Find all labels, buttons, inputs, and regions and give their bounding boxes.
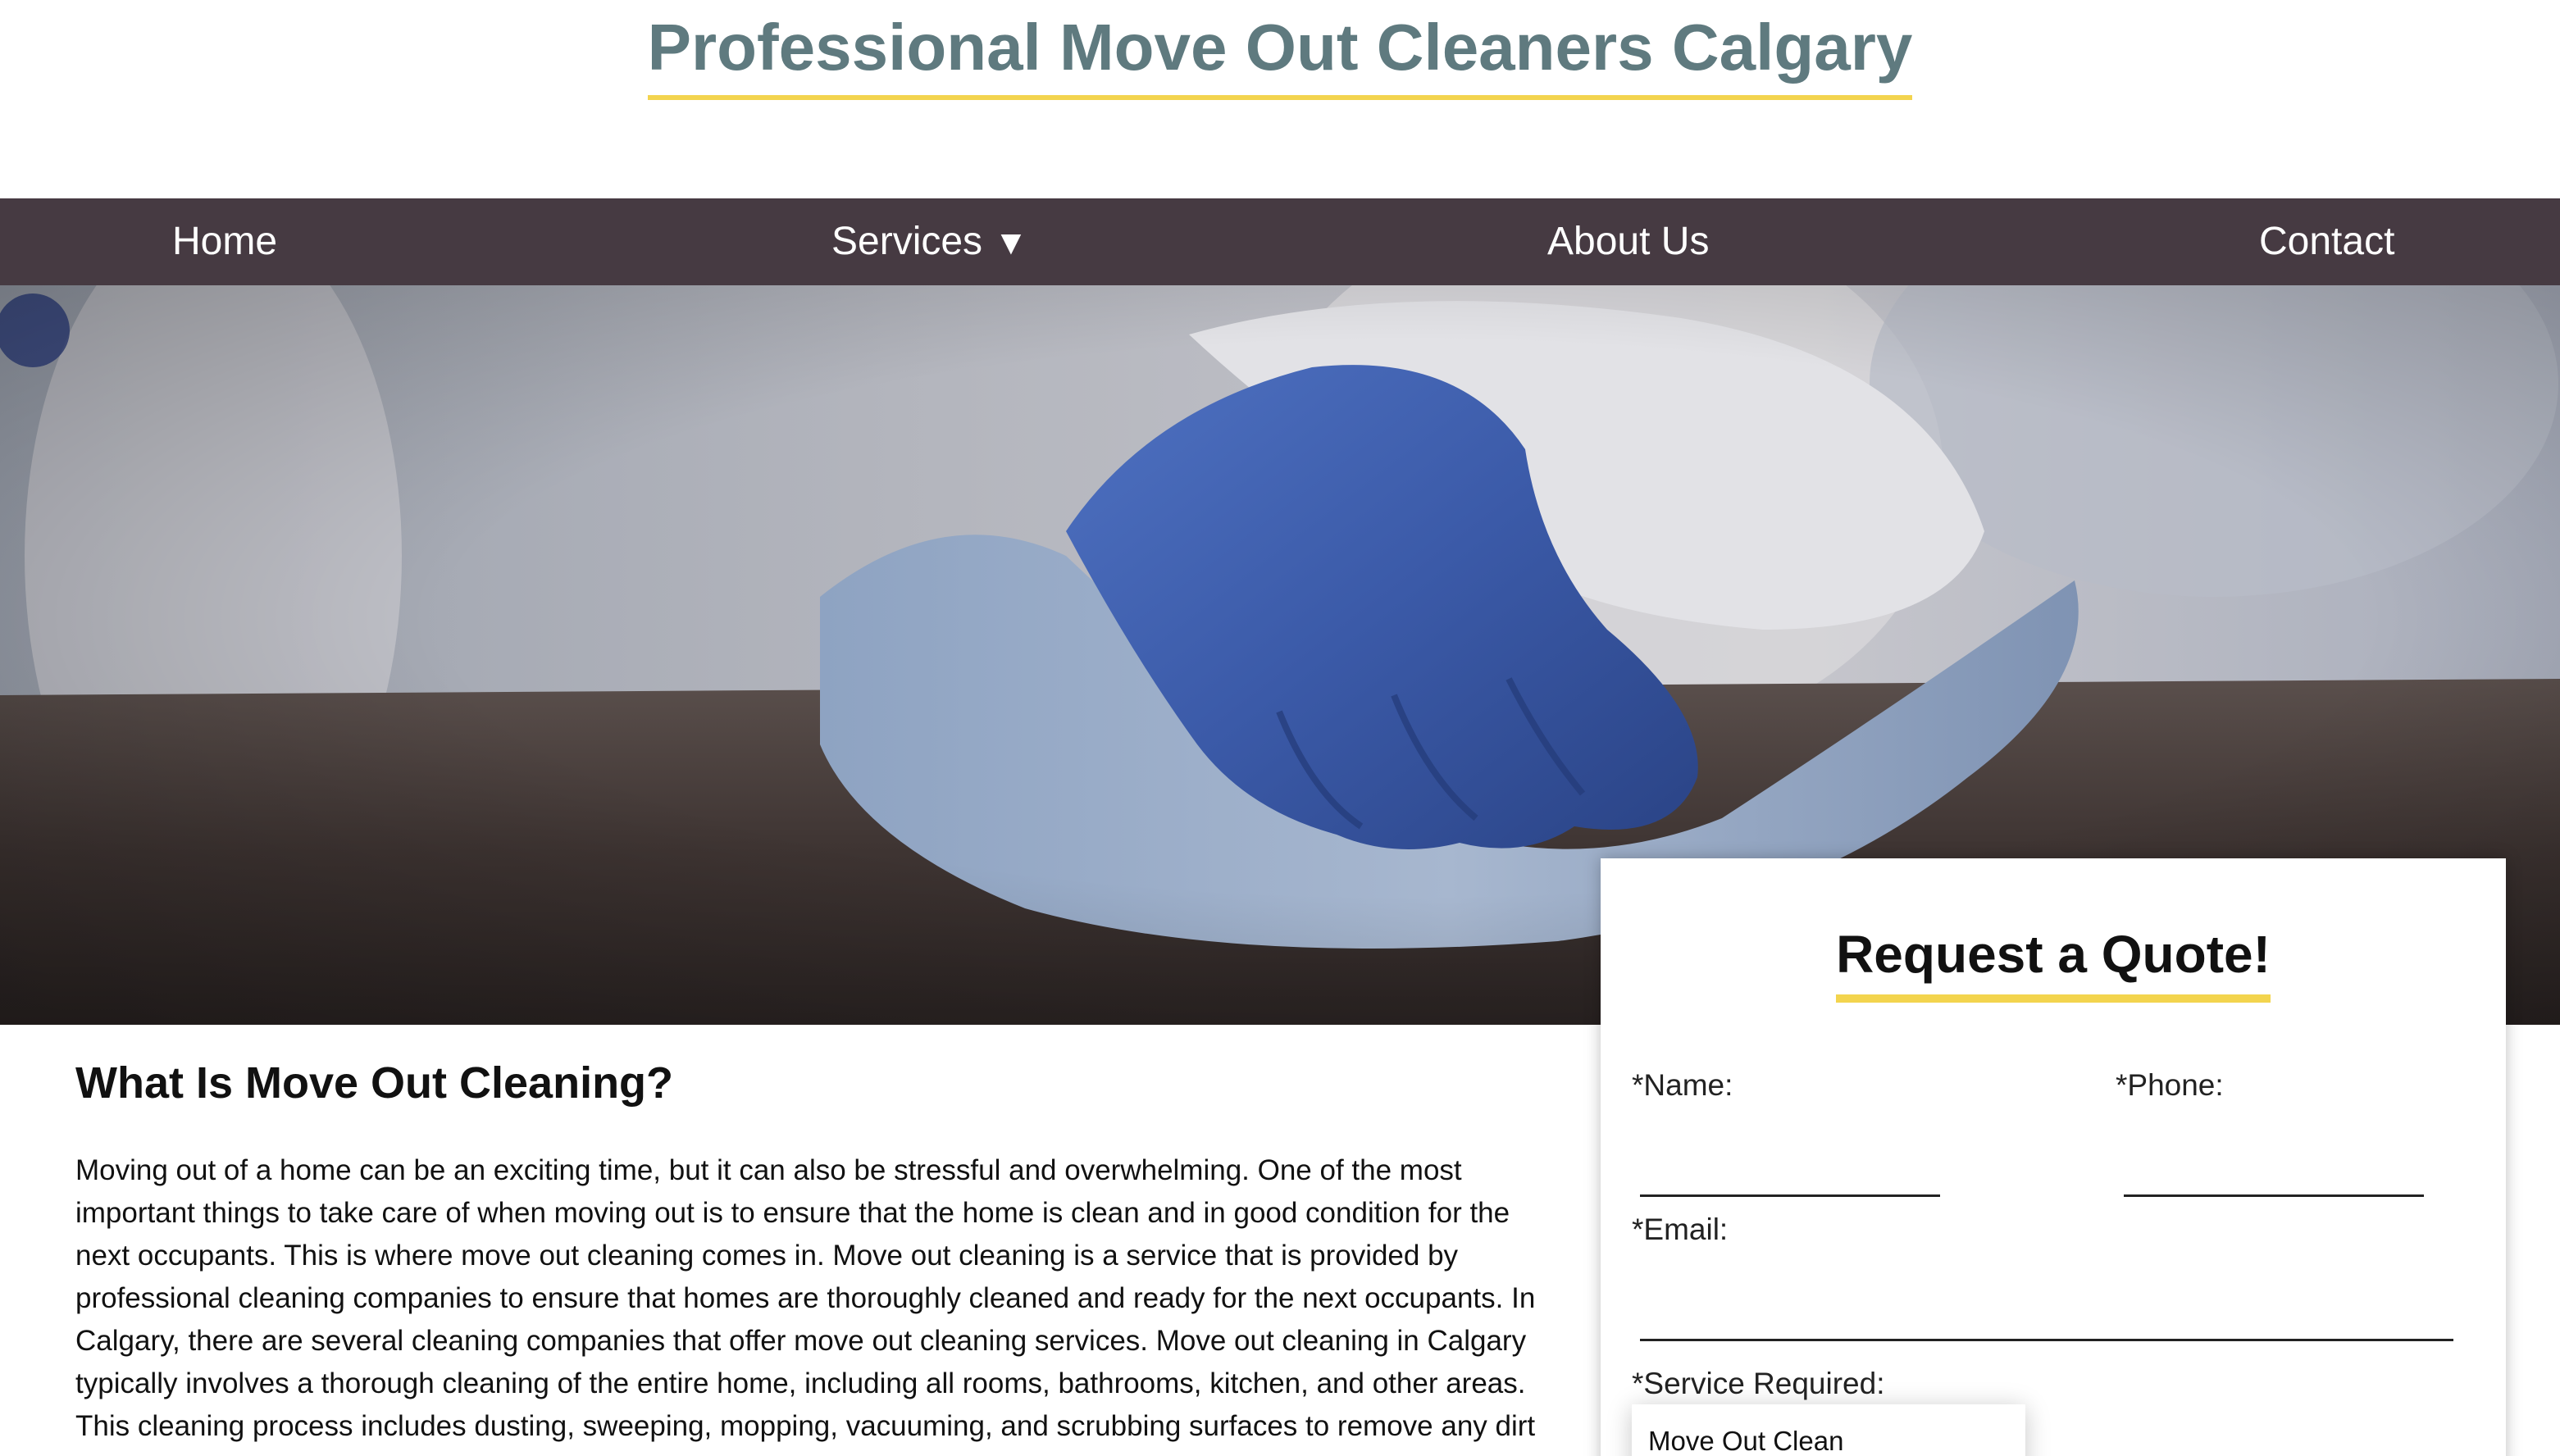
name-label: *Name:	[1632, 1068, 1733, 1102]
dropdown-caret-icon: ▼	[994, 223, 1028, 262]
section-paragraph: Moving out of a home can be an exciting …	[75, 1154, 1536, 1442]
nav-home[interactable]: Home	[172, 198, 277, 285]
quote-form: Request a Quote! *Name: *Phone: *Email: …	[1601, 858, 2506, 1456]
main-nav: Home Services ▼ About Us Contact	[0, 198, 2560, 285]
service-select-value: Move Out Clean	[1648, 1426, 1844, 1456]
service-label: *Service Required:	[1632, 1367, 1885, 1400]
nav-about-us[interactable]: About Us	[1547, 198, 1709, 285]
quote-form-title-text: Request a Quote!	[1836, 924, 2271, 1003]
nav-services-label: Services	[831, 220, 983, 263]
email-label: *Email:	[1632, 1213, 1729, 1246]
site-title: Professional Move Out Cleaners Calgary	[0, 11, 2560, 100]
nav-about-us-label: About Us	[1547, 220, 1710, 263]
phone-label: *Phone:	[2116, 1068, 2224, 1102]
phone-input[interactable]	[2124, 1153, 2424, 1197]
nav-services[interactable]: Services ▼	[831, 198, 1028, 285]
main-content: What Is Move Out Cleaning? Moving out of…	[75, 1058, 1560, 1448]
site-header: Professional Move Out Cleaners Calgary	[0, 0, 2560, 198]
section-heading: What Is Move Out Cleaning?	[75, 1058, 674, 1108]
site-title-text: Professional Move Out Cleaners Calgary	[647, 11, 1913, 100]
service-select[interactable]: Move Out Clean	[1632, 1404, 2025, 1456]
name-input[interactable]	[1640, 1153, 1940, 1197]
nav-home-label: Home	[172, 220, 278, 263]
nav-contact-label: Contact	[2259, 220, 2395, 263]
nav-contact[interactable]: Contact	[2259, 198, 2394, 285]
page: Professional Move Out Cleaners Calgary H…	[0, 0, 2560, 1456]
email-input[interactable]	[1640, 1298, 2453, 1341]
quote-form-title: Request a Quote!	[1601, 924, 2506, 1003]
